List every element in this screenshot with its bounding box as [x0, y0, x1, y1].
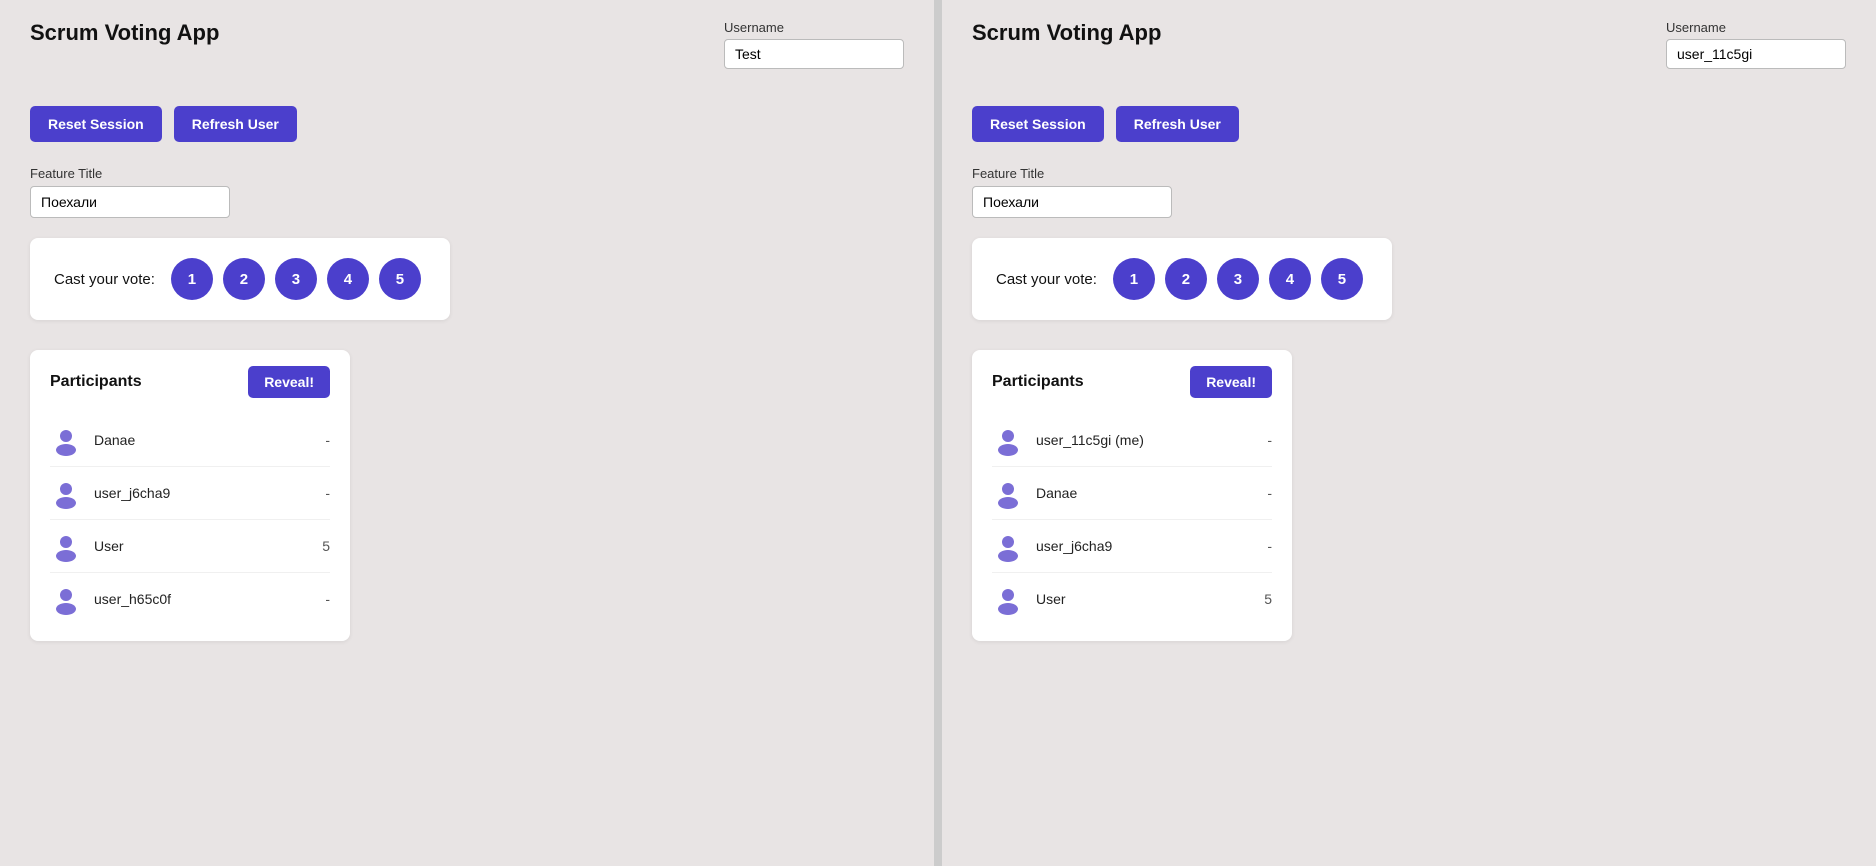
- participant-score: -: [1252, 485, 1272, 501]
- participant-name: Danae: [1036, 485, 1240, 501]
- left-vote-btn-3[interactable]: 3: [275, 258, 317, 300]
- left-vote-btn-2[interactable]: 2: [223, 258, 265, 300]
- list-item: user_j6cha9-: [50, 467, 330, 520]
- participant-name: user_j6cha9: [1036, 538, 1240, 554]
- right-feature-title-input[interactable]: [972, 186, 1172, 218]
- left-feature-section: Feature Title: [30, 166, 904, 218]
- list-item: User 5: [992, 573, 1272, 625]
- participant-name: user_j6cha9: [94, 485, 298, 501]
- list-item: user_11c5gi (me)-: [992, 414, 1272, 467]
- list-item: user_j6cha9-: [992, 520, 1272, 573]
- right-username-area: Username: [1666, 20, 1846, 69]
- left-vote-btn-4[interactable]: 4: [327, 258, 369, 300]
- right-participants-list: user_11c5gi (me)- Danae- user_j6cha9- Us…: [992, 414, 1272, 625]
- user-avatar-icon: [50, 424, 82, 456]
- right-feature-section: Feature Title: [972, 166, 1846, 218]
- user-avatar-icon: [992, 530, 1024, 562]
- right-vote-card: Cast your vote: 1 2 3 4 5: [972, 238, 1392, 320]
- left-username-label: Username: [724, 20, 784, 35]
- list-item: user_h65c0f-: [50, 573, 330, 625]
- participant-score: 5: [1252, 591, 1272, 607]
- left-participants-list: Danae- user_j6cha9- User5 user_h65c0f-: [50, 414, 330, 625]
- left-reset-session-button[interactable]: Reset Session: [30, 106, 162, 142]
- right-vote-btn-2[interactable]: 2: [1165, 258, 1207, 300]
- left-username-area: Username: [724, 20, 904, 69]
- participant-name: User: [94, 538, 298, 554]
- right-vote-buttons: 1 2 3 4 5: [1113, 258, 1363, 300]
- right-vote-btn-4[interactable]: 4: [1269, 258, 1311, 300]
- left-cast-vote-label: Cast your vote:: [54, 271, 155, 288]
- left-vote-btn-5[interactable]: 5: [379, 258, 421, 300]
- right-cast-vote-label: Cast your vote:: [996, 271, 1097, 288]
- left-refresh-user-button[interactable]: Refresh User: [174, 106, 297, 142]
- right-btn-row: Reset Session Refresh User: [972, 106, 1846, 142]
- panel-divider: [934, 0, 942, 866]
- participant-score: -: [310, 591, 330, 607]
- user-avatar-icon: [50, 477, 82, 509]
- participant-score: -: [1252, 432, 1272, 448]
- right-participants-title: Participants: [992, 373, 1084, 391]
- left-vote-buttons: 1 2 3 4 5: [171, 258, 421, 300]
- right-participants-card: Participants Reveal! user_11c5gi (me)- D…: [972, 350, 1292, 641]
- left-reveal-button[interactable]: Reveal!: [248, 366, 330, 398]
- participant-name: user_11c5gi (me): [1036, 432, 1240, 448]
- left-btn-row: Reset Session Refresh User: [30, 106, 904, 142]
- left-username-input[interactable]: [724, 39, 904, 69]
- right-username-label: Username: [1666, 20, 1726, 35]
- participant-score: -: [310, 432, 330, 448]
- right-feature-title-label: Feature Title: [972, 166, 1846, 181]
- list-item: User 5: [50, 520, 330, 573]
- right-vote-btn-3[interactable]: 3: [1217, 258, 1259, 300]
- right-vote-btn-5[interactable]: 5: [1321, 258, 1363, 300]
- participant-score: 5: [310, 538, 330, 554]
- right-username-input[interactable]: [1666, 39, 1846, 69]
- left-feature-title-label: Feature Title: [30, 166, 904, 181]
- right-refresh-user-button[interactable]: Refresh User: [1116, 106, 1239, 142]
- user-avatar-icon: [50, 583, 82, 615]
- list-item: Danae-: [50, 414, 330, 467]
- left-vote-card: Cast your vote: 1 2 3 4 5: [30, 238, 450, 320]
- list-item: Danae-: [992, 467, 1272, 520]
- user-avatar-icon: [992, 583, 1024, 615]
- participant-name: User: [1036, 591, 1240, 607]
- user-avatar-icon: [50, 530, 82, 562]
- participant-score: -: [310, 485, 330, 501]
- right-vote-btn-1[interactable]: 1: [1113, 258, 1155, 300]
- left-feature-title-input[interactable]: [30, 186, 230, 218]
- user-avatar-icon: [992, 424, 1024, 456]
- right-panel: Scrum Voting App Username Reset Session …: [942, 0, 1876, 866]
- participant-score: -: [1252, 538, 1272, 554]
- right-reveal-button[interactable]: Reveal!: [1190, 366, 1272, 398]
- participant-name: Danae: [94, 432, 298, 448]
- left-participants-title: Participants: [50, 373, 142, 391]
- user-avatar-icon: [992, 477, 1024, 509]
- left-participants-header: Participants Reveal!: [50, 366, 330, 398]
- right-reset-session-button[interactable]: Reset Session: [972, 106, 1104, 142]
- left-panel: Scrum Voting App Username Reset Session …: [0, 0, 934, 866]
- participant-name: user_h65c0f: [94, 591, 298, 607]
- left-participants-card: Participants Reveal! Danae- user_j6cha9-…: [30, 350, 350, 641]
- right-participants-header: Participants Reveal!: [992, 366, 1272, 398]
- left-vote-btn-1[interactable]: 1: [171, 258, 213, 300]
